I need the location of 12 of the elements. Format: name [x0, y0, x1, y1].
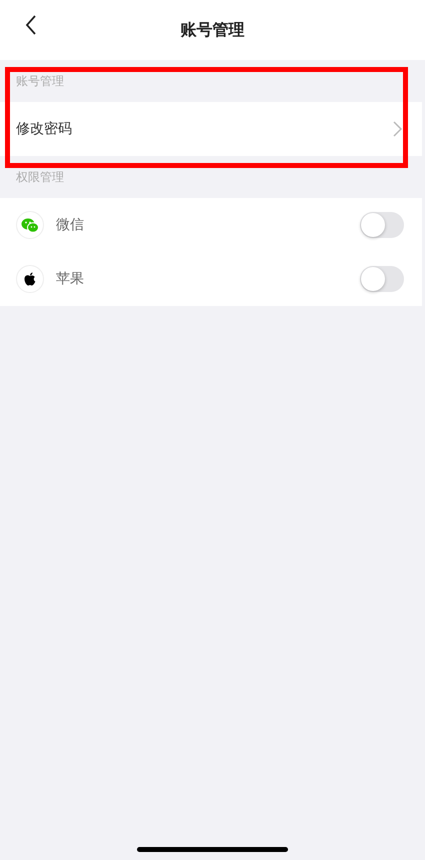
section-title: 权限管理: [16, 168, 64, 186]
apple-icon: [24, 272, 36, 286]
permission-label: 苹果: [56, 270, 85, 288]
toggle-switch[interactable]: [360, 266, 404, 292]
chat-bubbles-icon: [21, 218, 39, 232]
section-title: 账号管理: [16, 72, 64, 90]
permission-label: 微信: [56, 216, 85, 234]
chevron-icon: [393, 121, 402, 137]
page-title: 账号管理: [180, 20, 244, 40]
back-icon[interactable]: [25, 15, 37, 35]
toggle-switch[interactable]: [360, 212, 404, 238]
settings-row[interactable]: 修改密码: [0, 102, 422, 156]
